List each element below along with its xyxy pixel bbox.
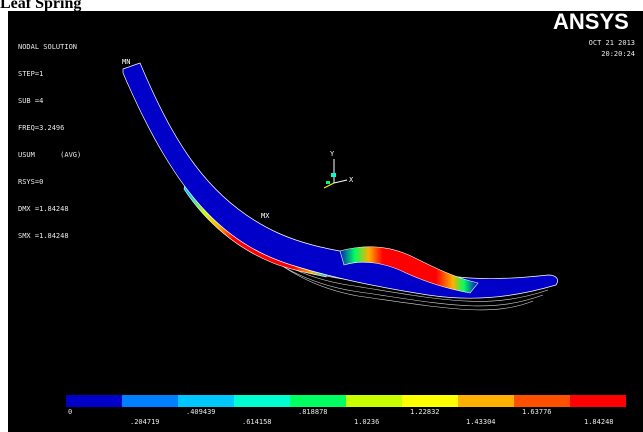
mx-label: MX (261, 212, 270, 220)
legend-top-label: .818878 (298, 408, 328, 416)
graphics-viewport[interactable]: NODAL SOLUTION STEP=1 SUB =4 FREQ=3.2496… (8, 11, 643, 432)
main-leaf (122, 62, 558, 299)
legend-swatch-1 (66, 395, 122, 407)
legend-swatch-10 (570, 395, 626, 407)
legend-bottom-label: 1.84248 (584, 418, 614, 426)
legend-bottom-label: 1.0236 (354, 418, 380, 426)
triad-y-label: Y (330, 150, 335, 158)
legend-swatch-7 (402, 395, 458, 407)
legend-bottom-label: 1.43304 (466, 418, 496, 426)
legend-swatch-6 (346, 395, 402, 407)
legend-swatch-8 (458, 395, 514, 407)
mn-label: MN (122, 58, 130, 66)
contour-legend: 0 .409439 .818878 1.22832 1.63776 .20471… (66, 395, 626, 426)
legend-swatch-3 (178, 395, 234, 407)
legend-top-label: 0 (68, 408, 73, 416)
legend-top-label: 1.22832 (410, 408, 440, 416)
leaf-spring-model: MX MN Y X (122, 58, 558, 311)
legend-swatch-2 (122, 395, 178, 407)
legend-top-label: .409439 (186, 408, 216, 416)
triad-x-label: X (349, 176, 354, 184)
legend-bottom-label: .204719 (130, 418, 160, 426)
legend-swatch-4 (234, 395, 290, 407)
legend-swatch-5 (290, 395, 346, 407)
legend-top-label: 1.63776 (522, 408, 552, 416)
legend-bottom-label: .614158 (242, 418, 272, 426)
legend-swatch-9 (514, 395, 570, 407)
axis-triad-icon: Y X (323, 150, 354, 189)
legend-colorbar (66, 395, 626, 407)
